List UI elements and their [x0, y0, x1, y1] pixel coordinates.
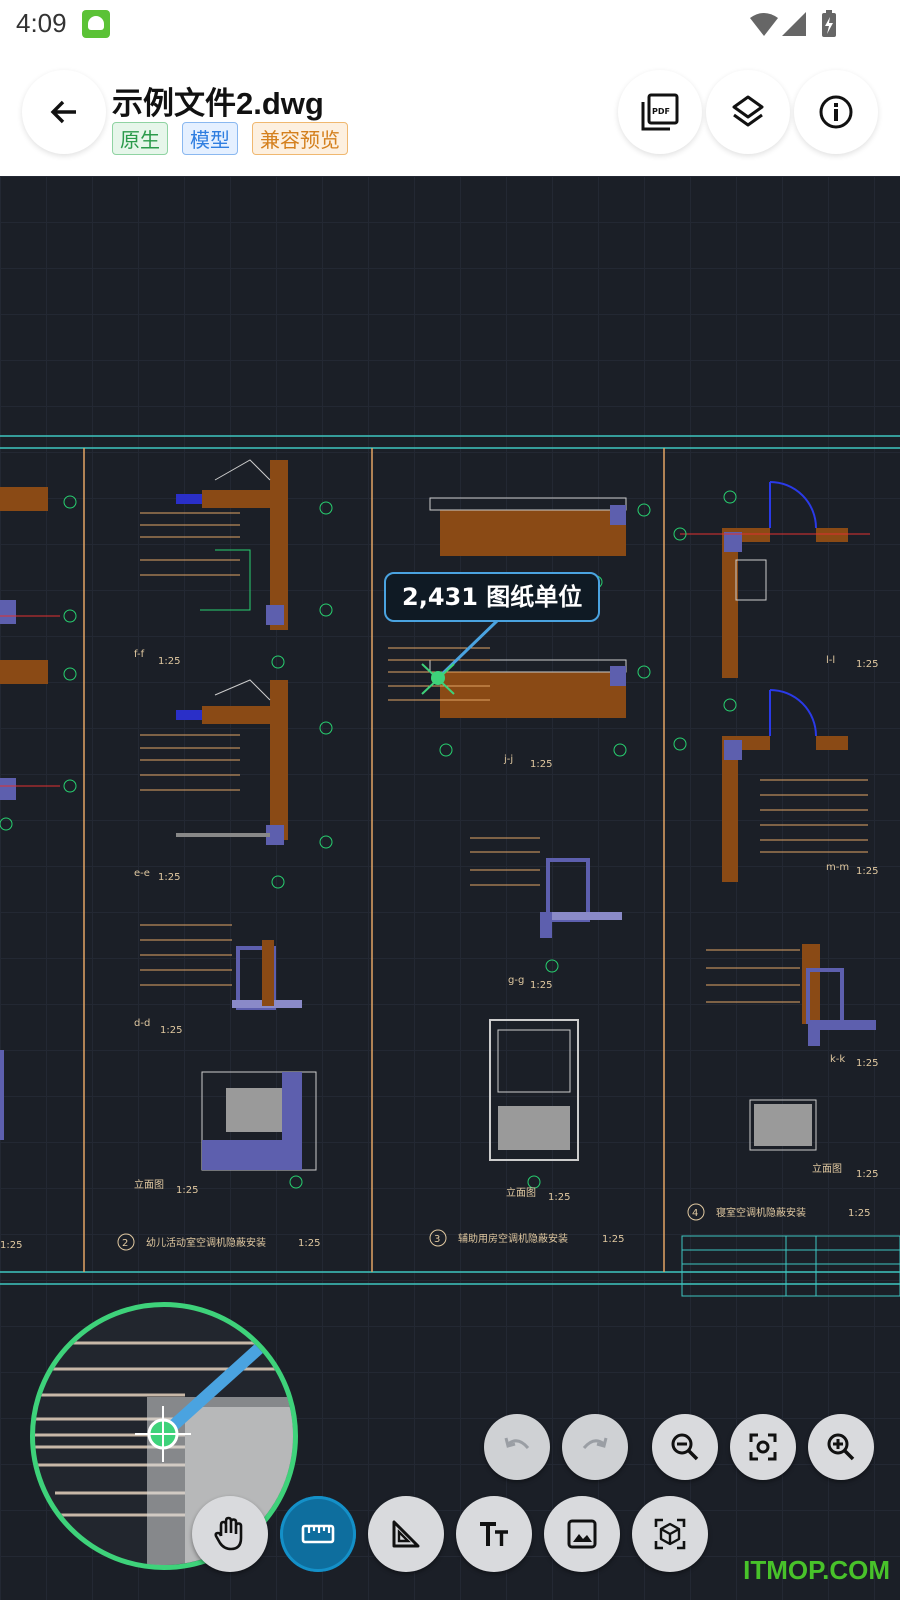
section-label: g-g — [508, 975, 524, 986]
zoom-in-button[interactable] — [808, 1414, 874, 1480]
title-block — [681, 1235, 900, 1297]
fit-view-button[interactable] — [730, 1414, 796, 1480]
system-status-icons — [750, 10, 836, 37]
file-title: 示例文件2.dwg — [112, 86, 324, 121]
section-label: f-f — [134, 649, 145, 660]
section-label: 立面图 — [506, 1186, 536, 1199]
info-icon — [819, 95, 853, 129]
section-label: d-d — [134, 1018, 150, 1029]
measurement-tooltip: 2,431 图纸单位 — [384, 572, 601, 622]
caption-text: 辅助用房空调机隐蔽安装 — [458, 1232, 568, 1245]
section-scale: 1:25 — [160, 1025, 182, 1036]
3d-view-button[interactable] — [632, 1496, 708, 1572]
angle-tool-button[interactable] — [368, 1496, 444, 1572]
section-label: m-m — [826, 862, 849, 873]
set-square-icon — [392, 1520, 420, 1548]
left-scale: 1:25 — [0, 1240, 22, 1251]
caption-number: 3 — [434, 1234, 440, 1245]
column-2-details — [140, 459, 333, 1189]
zoom-in-icon — [827, 1433, 855, 1461]
tag-native: 原生 — [112, 122, 168, 155]
redo-icon — [582, 1437, 608, 1449]
watermark: ITMOP.COM — [743, 1555, 890, 1585]
section-scale: 1:25 — [158, 656, 180, 667]
caption-text: 寝室空调机隐蔽安装 — [716, 1206, 806, 1219]
tag-model: 模型 — [182, 122, 238, 155]
section-scale: 1:25 — [530, 759, 552, 770]
back-arrow-icon — [50, 100, 76, 124]
status-time: 4:09 — [16, 8, 67, 38]
section-scale: 1:25 — [856, 1058, 878, 1069]
image-tool-button[interactable] — [544, 1496, 620, 1572]
measure-tool-button[interactable] — [280, 1496, 356, 1572]
image-icon — [567, 1519, 597, 1549]
left-partial-details — [0, 487, 77, 1140]
app-bar: 示例文件2.dwg 原生 模型 兼容预览 PDF — [0, 48, 900, 176]
pdf-icon: PDF — [641, 93, 679, 131]
zoom-out-icon — [671, 1433, 699, 1461]
section-scale: 1:25 — [548, 1192, 570, 1203]
app-notification-icon — [82, 10, 110, 38]
section-label: 立面图 — [812, 1162, 842, 1175]
section-label: k-k — [830, 1054, 845, 1065]
undo-button[interactable] — [484, 1414, 550, 1480]
cellular-icon — [782, 12, 806, 36]
text-size-icon — [480, 1522, 508, 1546]
section-label: j-j — [503, 754, 513, 765]
export-pdf-button[interactable]: PDF — [618, 70, 702, 154]
wifi-icon — [750, 13, 778, 36]
zoom-out-button[interactable] — [652, 1414, 718, 1480]
section-label: e-e — [134, 868, 150, 879]
caption-text: 幼儿活动室空调机隐蔽安装 — [146, 1236, 266, 1249]
caption-scale: 1:25 — [848, 1208, 870, 1219]
tag-compat-preview: 兼容预览 — [252, 122, 348, 155]
text-tool-button[interactable] — [456, 1496, 532, 1572]
info-button[interactable] — [794, 70, 878, 154]
undo-icon — [504, 1437, 530, 1449]
layers-button[interactable] — [706, 70, 790, 154]
section-scale: 1:25 — [856, 659, 878, 670]
section-scale: 1:25 — [176, 1185, 198, 1196]
pan-tool-button[interactable] — [192, 1496, 268, 1572]
fit-screen-icon — [749, 1433, 777, 1461]
caption-number: 4 — [692, 1208, 698, 1219]
section-scale: 1:25 — [856, 1169, 878, 1180]
redo-button[interactable] — [562, 1414, 628, 1480]
cube-scan-icon — [654, 1518, 686, 1550]
section-scale: 1:25 — [530, 980, 552, 991]
section-scale: 1:25 — [158, 872, 180, 883]
caption-number: 2 — [122, 1238, 128, 1249]
layers-icon — [732, 95, 764, 127]
section-label: l-l — [826, 655, 835, 666]
hand-icon — [214, 1516, 243, 1551]
ruler-icon — [301, 1524, 335, 1544]
caption-scale: 1:25 — [298, 1238, 320, 1249]
svg-text:PDF: PDF — [652, 107, 670, 116]
back-button[interactable] — [22, 70, 106, 154]
caption-scale: 1:25 — [602, 1234, 624, 1245]
drawing-frame — [0, 435, 900, 1285]
section-scale: 1:25 — [856, 866, 878, 877]
file-tags: 原生 模型 兼容预览 — [112, 122, 348, 155]
status-bar: 4:09 — [0, 0, 900, 48]
section-label: 立面图 — [134, 1178, 164, 1191]
